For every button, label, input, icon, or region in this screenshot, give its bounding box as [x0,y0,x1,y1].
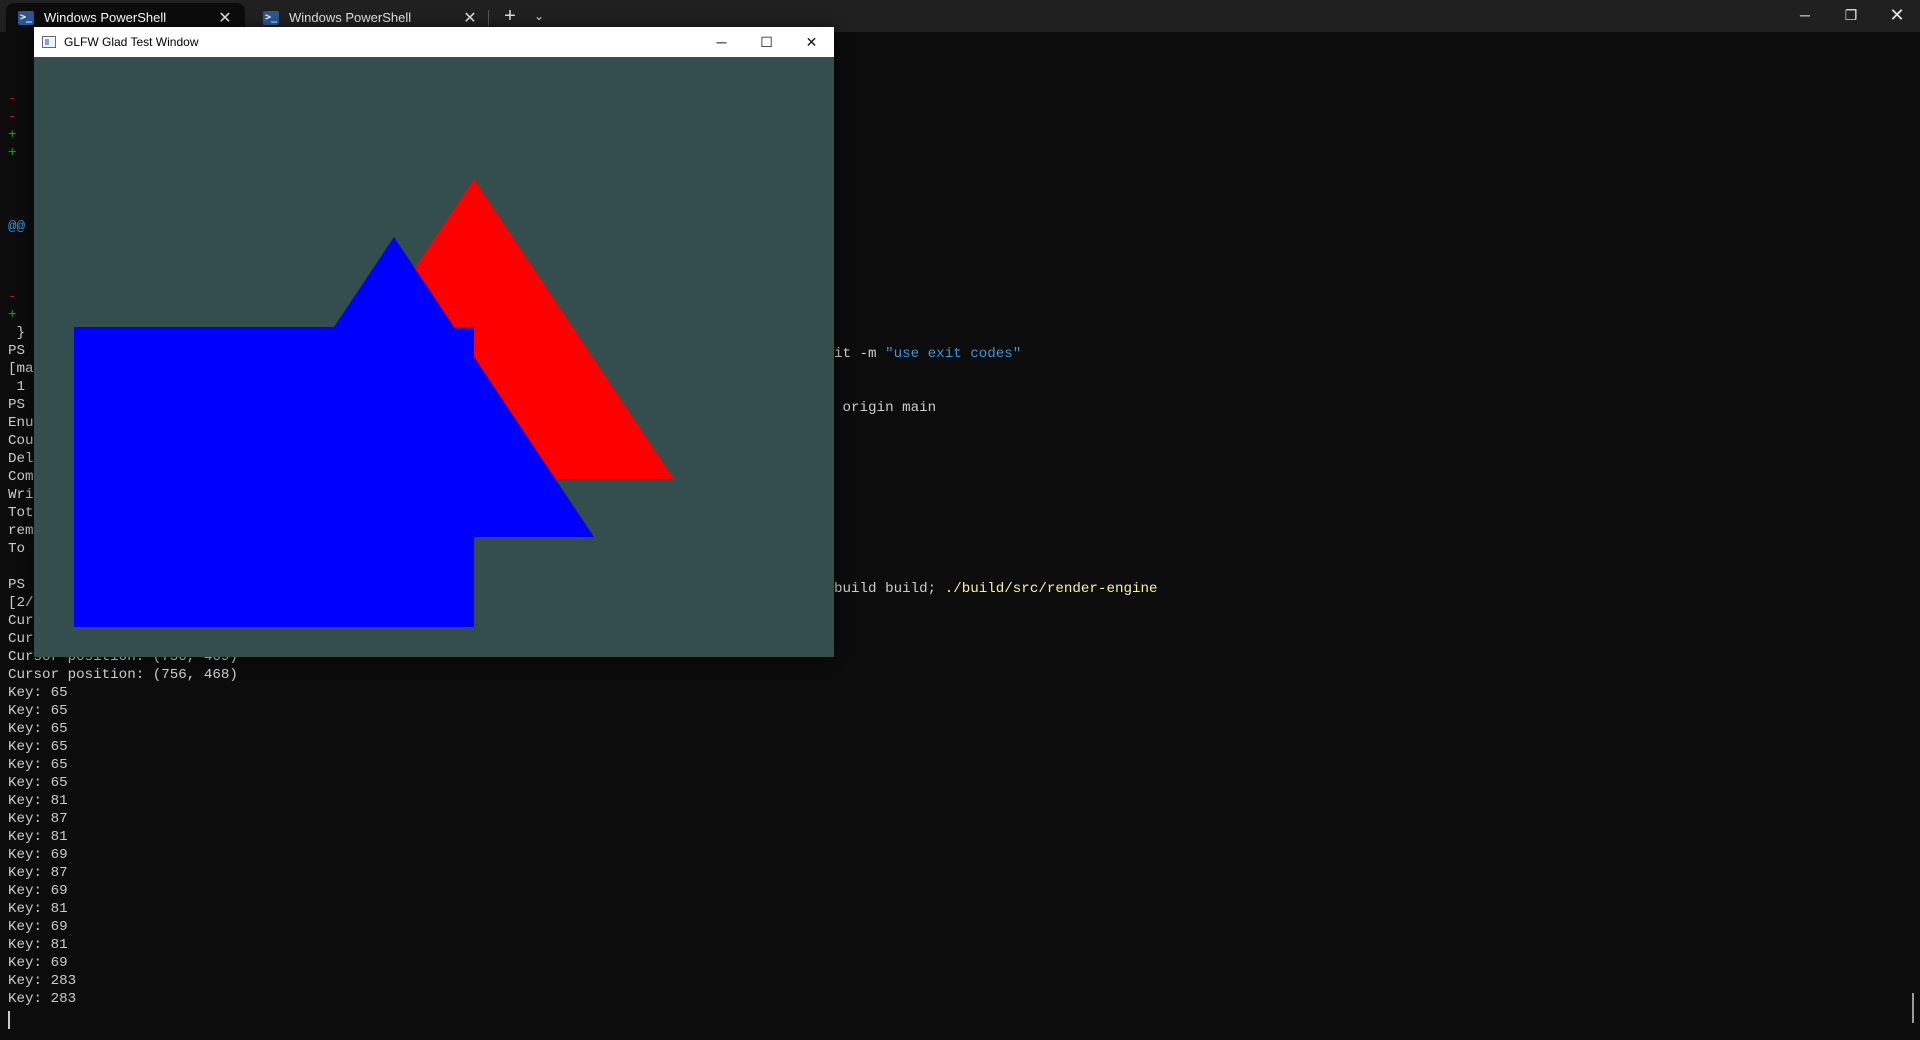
terminal-line: - [8,109,17,125]
terminal-line: @@ [8,219,26,235]
close-icon[interactable]: ✕ [217,8,233,28]
terminal-line: Cur [8,631,34,647]
terminal-line: PS [8,343,26,359]
terminal-line-build: build build; ./build/src/render-engine [834,580,1158,598]
executable-path: ./build/src/render-engine [944,581,1158,597]
tab-divider [488,10,489,26]
command-text: build build; [834,581,945,597]
maximize-button[interactable]: ☐ [744,27,789,57]
opengl-viewport[interactable] [34,57,834,657]
app-window-icon [42,36,56,48]
powershell-icon: >_ [18,10,34,25]
tab-label: Windows PowerShell [289,10,412,25]
terminal-line: Key: 81 [8,901,68,917]
minimize-button[interactable]: ─ [1782,0,1828,30]
terminal-line: Key: 65 [8,739,68,755]
terminal-line: + [8,145,17,161]
tab-dropdown-button[interactable]: ⌄ [528,4,550,28]
terminal-line: Cur [8,613,34,629]
terminal-line: Del [8,451,34,467]
terminal-line: Key: 65 [8,703,68,719]
command-text: origin main [834,400,937,416]
terminal-line: Key: 81 [8,937,68,953]
terminal-line: Wri [8,487,34,503]
terminal-line: Key: 65 [8,775,68,791]
terminal-line: Key: 87 [8,811,68,827]
text-cursor [8,1011,10,1029]
glfw-title-bar[interactable]: GLFW Glad Test Window ─ ☐ ✕ [34,27,834,57]
command-text: it -m [834,346,886,362]
terminal-line: [2/ [8,595,34,611]
terminal-line: To [8,541,26,557]
terminal-line: rem [8,523,34,539]
close-window-button[interactable]: ✕ [1874,0,1920,30]
terminal-line: Key: 283 [8,973,77,989]
powershell-icon: >_ [263,10,279,25]
string-literal: "use exit codes" [885,346,1022,362]
terminal-line: Key: 81 [8,829,68,845]
terminal-line: PS [8,397,26,413]
terminal-line: Cou [8,433,34,449]
terminal-line: Key: 69 [8,919,68,935]
close-button[interactable]: ✕ [789,27,834,57]
minimize-button[interactable]: ─ [699,27,744,57]
terminal-line: Key: 65 [8,721,68,737]
terminal-line: Tot [8,505,34,521]
tab-label: Windows PowerShell [44,10,167,25]
restore-button[interactable]: ❐ [1828,0,1874,30]
terminal-line: Key: 69 [8,883,68,899]
terminal-line: - [8,91,17,107]
terminal-line: Key: 65 [8,757,68,773]
glfw-window[interactable]: GLFW Glad Test Window ─ ☐ ✕ [34,27,834,657]
terminal-line-push: origin main [834,399,937,417]
terminal-line: Key: 69 [8,955,68,971]
terminal-line: Key: 65 [8,685,68,701]
scrollbar[interactable] [1912,993,1914,1023]
terminal-line: + [8,127,17,143]
terminal-line: Key: 283 [8,991,77,1007]
terminal-line: + [8,307,17,323]
window-title: GLFW Glad Test Window [64,35,199,49]
terminal-line: 1 [8,379,26,395]
terminal-line: Enu [8,415,34,431]
terminal-line: PS [8,577,26,593]
terminal-line: Key: 81 [8,793,68,809]
terminal-line: - [8,289,17,305]
terminal-line: Key: 69 [8,847,68,863]
terminal-line: Key: 87 [8,865,68,881]
terminal-line: Cursor position: (756, 468) [8,667,238,683]
terminal-line: } [8,325,26,341]
terminal-line: Com [8,469,34,485]
terminal-line-commit: it -m "use exit codes" [834,345,1021,363]
terminal-line: [ma [8,361,34,377]
new-tab-button[interactable]: + [498,4,522,28]
close-icon[interactable]: ✕ [462,8,478,28]
render-output [74,179,674,627]
